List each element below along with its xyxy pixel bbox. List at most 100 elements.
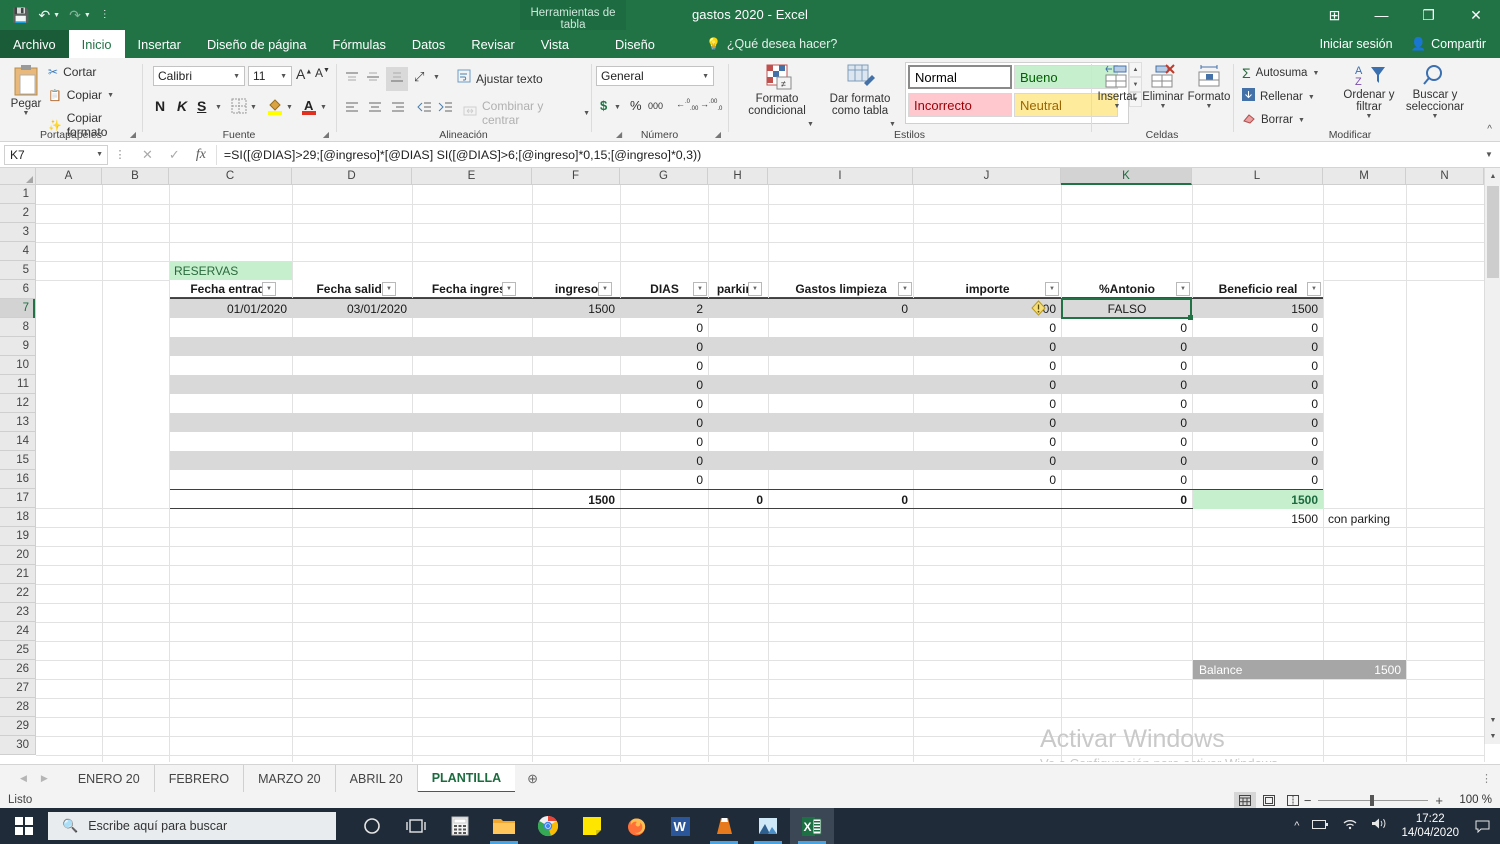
chevron-down-icon[interactable]: ▼ [702, 73, 713, 80]
zoom-slider-thumb[interactable] [1370, 794, 1375, 806]
insert-function-icon[interactable]: fx [196, 147, 206, 163]
cell-K14[interactable]: 0 [1062, 432, 1192, 451]
taskbar-clock[interactable]: 17:22 14/04/2020 [1401, 812, 1459, 840]
row-header-8[interactable]: 8 [0, 318, 36, 337]
zoom-control[interactable]: − + 100 % [1304, 793, 1492, 808]
row-header-2[interactable]: 2 [0, 204, 36, 223]
cell-K7[interactable]: FALSO [1062, 299, 1192, 318]
vertical-scrollbar[interactable]: ▲ ▼ ▼ [1484, 168, 1500, 744]
windows-taskbar[interactable]: 🔍 Escribe aquí para buscar W X ^ 17:22 1… [0, 808, 1500, 844]
autosum-button[interactable]: Σ Autosuma ▼ [1242, 65, 1319, 81]
cortana-icon[interactable] [350, 808, 394, 844]
calculator-icon[interactable] [438, 808, 482, 844]
zoom-level-label[interactable]: 100 % [1450, 794, 1492, 806]
cell-L12[interactable]: 0 [1193, 394, 1323, 413]
cell-L17[interactable]: 1500 [1193, 490, 1323, 509]
cell-L16[interactable]: 0 [1193, 470, 1323, 489]
row-header-4[interactable]: 4 [0, 242, 36, 261]
row-header-11[interactable]: 11 [0, 375, 36, 394]
row-header-20[interactable]: 20 [0, 546, 36, 565]
cell-J11[interactable]: 0 [914, 375, 1061, 394]
row-header-19[interactable]: 19 [0, 527, 36, 546]
col-header-L[interactable]: L [1192, 168, 1323, 185]
sheet-tab-febrero[interactable]: FEBRERO [155, 764, 245, 793]
tab-datos[interactable]: Datos [399, 30, 458, 58]
row-header-24[interactable]: 24 [0, 622, 36, 641]
cell-G16[interactable]: 0 [621, 470, 708, 489]
cell-H17[interactable]: 0 [709, 490, 768, 509]
row-header-7[interactable]: 7 [0, 299, 36, 318]
vertical-scroll-thumb[interactable] [1487, 186, 1499, 278]
row-header-14[interactable]: 14 [0, 432, 36, 451]
page-layout-icon[interactable] [1258, 792, 1280, 808]
zoom-slider[interactable] [1318, 794, 1429, 806]
cell-L26-balance-value[interactable]: 1500 [1324, 660, 1406, 679]
tab-inicio[interactable]: Inicio [68, 30, 125, 58]
volume-icon[interactable] [1371, 817, 1388, 835]
windows-start-icon[interactable] [0, 808, 48, 844]
tab-archivo[interactable]: Archivo [0, 30, 69, 58]
increase-decimal-button[interactable]: ←.0.00 [676, 99, 698, 112]
table-header-gastos-limpieza[interactable]: Gastos limpieza [769, 280, 913, 299]
tab-insertar[interactable]: Insertar [125, 30, 194, 58]
cell-K13[interactable]: 0 [1062, 413, 1192, 432]
numero-dialog-launcher-2[interactable]: ◢ [715, 130, 721, 139]
currency-button[interactable]: $ [600, 98, 607, 113]
table-header-importe[interactable]: importe [914, 280, 1061, 299]
row-header-27[interactable]: 27 [0, 679, 36, 698]
sheet-tab-enero-20[interactable]: ENERO 20 [64, 764, 155, 793]
cell-J15[interactable]: 0 [914, 451, 1061, 470]
format-dropdown-icon[interactable]: ▼ [1186, 103, 1232, 110]
cell-F17[interactable]: 1500 [533, 490, 620, 509]
fill-dropdown-icon[interactable]: ▼ [1308, 94, 1315, 101]
row-header-9[interactable]: 9 [0, 337, 36, 356]
table-header-antonio[interactable]: %Antonio [1062, 280, 1192, 299]
bold-button[interactable]: N [155, 98, 165, 114]
row-header-29[interactable]: 29 [0, 717, 36, 736]
cell-K8[interactable]: 0 [1062, 318, 1192, 337]
conditional-formatting-button[interactable]: ≠ Formato condicional [739, 63, 815, 117]
cell-L13[interactable]: 0 [1193, 413, 1323, 432]
cell-G7[interactable]: 2 [621, 299, 708, 318]
col-header-F[interactable]: F [532, 168, 620, 185]
font-color-button[interactable]: A [301, 97, 317, 120]
cell-L7[interactable]: 1500 [1193, 299, 1323, 318]
decrease-decimal-button[interactable]: →.00.0 [700, 99, 722, 112]
align-middle-icon[interactable] [365, 70, 381, 88]
cell-I7[interactable]: 0 [769, 299, 913, 318]
insert-dropdown-icon[interactable]: ▼ [1094, 103, 1140, 110]
sheet-tab-plantilla[interactable]: PLANTILLA [417, 764, 516, 793]
col-header-A[interactable]: A [36, 168, 102, 185]
normal-view-icon[interactable] [1234, 792, 1256, 808]
add-sheet-icon[interactable]: ⊕ [515, 771, 550, 787]
borders-button[interactable] [231, 98, 247, 119]
vlc-icon[interactable] [702, 808, 746, 844]
word-icon[interactable]: W [658, 808, 702, 844]
number-format-combo[interactable]: General ▼ [596, 66, 714, 86]
filter-button-beneficio-real[interactable]: ▼ [1307, 282, 1321, 296]
task-view-icon[interactable] [394, 808, 438, 844]
autosum-dropdown-icon[interactable]: ▼ [1312, 70, 1319, 77]
clear-button[interactable]: Borrar ▼ [1242, 111, 1305, 129]
cell-I17[interactable]: 0 [769, 490, 913, 509]
align-right-icon[interactable] [390, 100, 406, 118]
row-header-5[interactable]: 5 [0, 261, 36, 280]
photos-icon[interactable] [746, 808, 790, 844]
clear-dropdown-icon[interactable]: ▼ [1298, 117, 1305, 124]
collapse-ribbon-icon[interactable]: ^ [1487, 124, 1492, 135]
action-center-icon[interactable] [1472, 808, 1492, 844]
select-all-corner[interactable] [0, 168, 36, 185]
cancel-icon[interactable]: ✕ [142, 147, 153, 163]
col-header-E[interactable]: E [412, 168, 532, 185]
copy-dropdown-icon[interactable]: ▼ [107, 92, 114, 99]
paste-dropdown-icon[interactable]: ▼ [4, 110, 48, 117]
format-cells-button[interactable]: Formato ▼ [1186, 63, 1232, 110]
cell-D7[interactable]: 03/01/2020 [293, 299, 412, 318]
cell-K15[interactable]: 0 [1062, 451, 1192, 470]
cell-J14[interactable]: 0 [914, 432, 1061, 451]
name-box[interactable]: K7 ▼ [4, 144, 108, 165]
cell-F7[interactable]: 1500 [533, 299, 620, 318]
sheet-prev-icon[interactable]: ◀ [20, 773, 27, 784]
row-header-18[interactable]: 18 [0, 508, 36, 527]
taskbar-search-input[interactable]: 🔍 Escribe aquí para buscar [48, 812, 336, 840]
